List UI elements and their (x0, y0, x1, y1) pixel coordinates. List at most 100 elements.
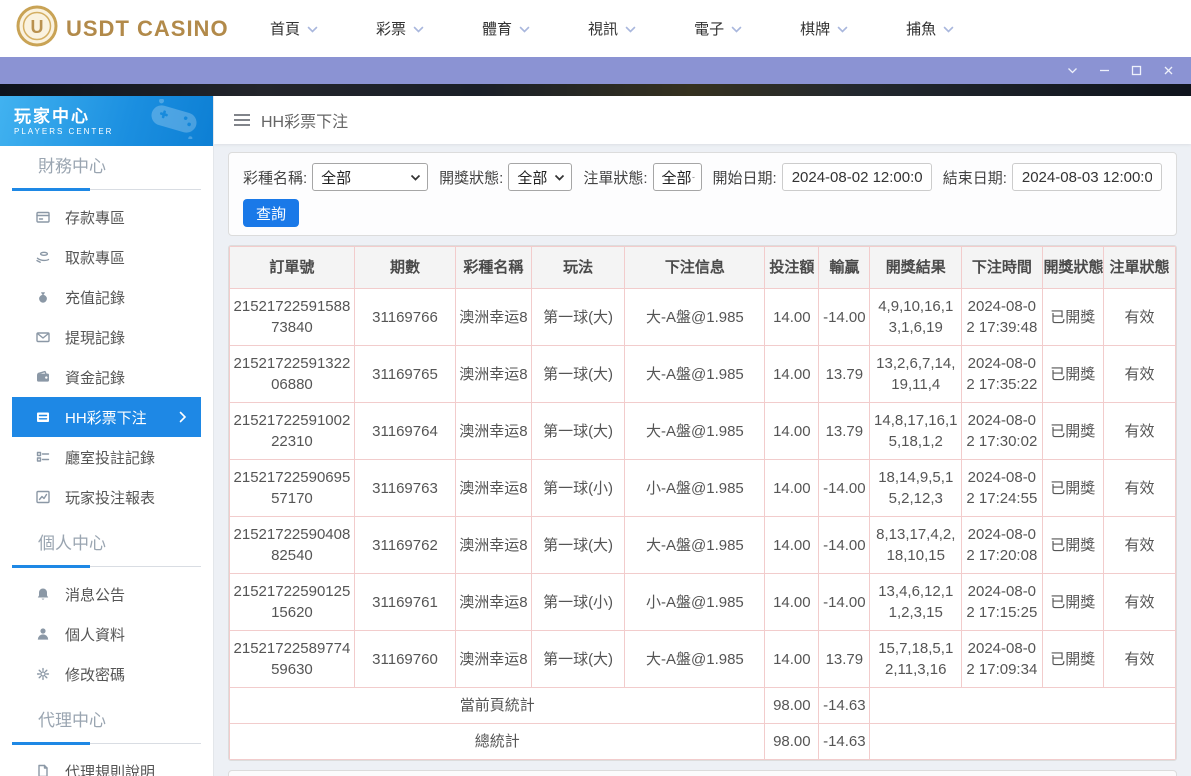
sidebar-title: 玩家中心 (14, 106, 90, 126)
summary-bet-total-cell: 98.00 (764, 723, 820, 760)
sidebar-item-label: 提現記錄 (65, 329, 126, 347)
draw-result-cell: 15,7,18,5,12,11,3,16 (869, 630, 963, 688)
hall-bet-record-icon (35, 449, 52, 465)
chevron-down-icon (413, 20, 424, 37)
lottery-name-cell: 澳洲幸运8 (455, 516, 532, 574)
nav-item[interactable]: 視訊 (588, 18, 636, 39)
nav-item[interactable]: 彩票 (376, 18, 424, 39)
nav-item-label: 體育 (482, 21, 513, 38)
order-status-select[interactable]: 全部 (652, 163, 702, 191)
sidebar-item-active[interactable]: HH彩票下注 (12, 397, 201, 437)
play-type-cell: 第一球(大) (530, 288, 626, 346)
play-type-cell: 第一球(大) (530, 516, 626, 574)
nav-item-label: 彩票 (376, 21, 407, 38)
lottery-name-value: 全部 (321, 169, 352, 187)
recharge-record-icon (35, 289, 52, 305)
nav-item[interactable]: 捕魚 (906, 18, 954, 39)
summary-label-cell: 總統計 (229, 723, 766, 760)
sidebar-section-label: 代理中心 (38, 711, 106, 730)
sidebar-header: 玩家中心 PLAYERS CENTER (0, 96, 213, 146)
bet-amount-cell: 14.00 (764, 630, 820, 688)
sidebar-item-label: 個人資料 (65, 626, 126, 644)
play-type-cell: 第一球(大) (530, 402, 626, 460)
start-date-label: 開始日期: (712, 169, 777, 187)
draw-status-label: 開獎狀態: (439, 169, 504, 187)
order-id-cell: 2152172259132206880 (229, 345, 355, 403)
draw-result-cell: 14,8,17,16,15,18,1,2 (869, 402, 963, 460)
sidebar-item[interactable]: 消息公告 (12, 574, 201, 614)
summary-row: 總統計 98.00 -14.63 (229, 723, 1176, 760)
bet-amount-cell: 14.00 (764, 345, 820, 403)
close-button[interactable] (1162, 64, 1175, 77)
bet-info-cell: 小-A盤@1.985 (624, 459, 766, 517)
sidebar-section: 代理中心代理規則說明 (0, 700, 213, 776)
draw-status-select[interactable]: 全部 (508, 163, 573, 191)
order-status-value: 全部 (661, 169, 692, 187)
lottery-name-select[interactable]: 全部 (312, 163, 429, 191)
bets-table: 訂單號 期數 彩種名稱 玩法 下注信息 投注額 輸贏 開獎結果 下注時間 開獎狀態 注單狀態 215… (229, 246, 1176, 760)
draw-status-cell: 已開獎 (1041, 402, 1105, 460)
sidebar-item-label: 取款專區 (65, 249, 126, 267)
draw-result-cell: 18,14,9,5,15,2,12,3 (869, 459, 963, 517)
sidebar-section: 個人中心消息公告個人資料修改密碼 (0, 523, 213, 700)
end-date-input[interactable] (1011, 163, 1162, 191)
top-header: U USDT CASINO 首頁 彩票 體育 視訊 電子 棋牌 捕魚 (0, 0, 1191, 57)
order-id-cell: 2152172259040882540 (229, 516, 355, 574)
gear-icon (35, 666, 52, 682)
chevron-down-icon (625, 20, 636, 37)
bet-info-cell: 小-A盤@1.985 (624, 573, 766, 631)
lottery-name-cell: 澳洲幸运8 (455, 288, 532, 346)
brand-logo[interactable]: U USDT CASINO (0, 5, 254, 52)
bet-time-cell: 2024-08-02 17:24:55 (961, 459, 1043, 517)
draw-result-cell: 13,2,6,7,14,19,11,4 (869, 345, 963, 403)
content-header: HH彩票下注 (214, 96, 1191, 144)
end-date-label: 結束日期: (942, 169, 1007, 187)
order-status-cell: 有效 (1103, 288, 1176, 346)
nav-item-label: 首頁 (270, 21, 301, 38)
table-row: 2152172259132206880 31169765 澳洲幸运8 第一球(大) 大-… (229, 345, 1176, 403)
window-dropdown-button[interactable] (1066, 64, 1079, 77)
win-loss-column-header: 輸贏 (818, 246, 871, 289)
sidebar-item[interactable]: 修改密碼 (12, 654, 201, 694)
order-id-cell: 2152172259100222310 (229, 402, 355, 460)
nav-item[interactable]: 電子 (694, 18, 742, 39)
sidebar-item[interactable]: 資金記錄 (12, 357, 201, 397)
chevron-down-icon (519, 20, 530, 37)
sidebar-item[interactable]: 廳室投註記錄 (12, 437, 201, 477)
bet-time-cell: 2024-08-02 17:20:08 (961, 516, 1043, 574)
bet-amount-cell: 14.00 (764, 573, 820, 631)
period-cell: 31169764 (353, 402, 457, 460)
minimize-button[interactable] (1098, 64, 1111, 77)
draw-status-column-header: 開獎狀態 (1041, 246, 1105, 289)
draw-result-column-header: 開獎結果 (869, 246, 963, 289)
sidebar-item[interactable]: 玩家投注報表 (12, 477, 201, 517)
sidebar-item[interactable]: 存款專區 (12, 197, 201, 237)
maximize-button[interactable] (1130, 64, 1143, 77)
lottery-bet-icon (35, 409, 52, 425)
bet-time-cell: 2024-08-02 17:30:02 (961, 402, 1043, 460)
nav-item[interactable]: 首頁 (270, 18, 318, 39)
menu-toggle-icon[interactable] (233, 113, 251, 127)
nav-item[interactable]: 棋牌 (800, 18, 848, 39)
bet-info-cell: 大-A盤@1.985 (624, 288, 766, 346)
window-titlebar (0, 57, 1191, 84)
withdrawal-record-icon (35, 329, 52, 345)
sidebar-item[interactable]: 代理規則說明 (12, 751, 201, 776)
table-row: 2152172259040882540 31169762 澳洲幸运8 第一球(大) 大-… (229, 516, 1176, 574)
bet-time-cell: 2024-08-02 17:39:48 (961, 288, 1043, 346)
draw-status-cell: 已開獎 (1041, 288, 1105, 346)
sidebar-item[interactable]: 個人資料 (12, 614, 201, 654)
sidebar-section-label: 個人中心 (38, 534, 106, 553)
start-date-input[interactable] (781, 163, 932, 191)
draw-status-value: 全部 (517, 169, 548, 187)
play-type-column-header: 玩法 (530, 246, 626, 289)
sidebar-item[interactable]: 提現記錄 (12, 317, 201, 357)
nav-item[interactable]: 體育 (482, 18, 530, 39)
search-button[interactable]: 查詢 (243, 199, 300, 227)
summary-win-total-cell: -14.63 (818, 687, 871, 724)
sidebar-item[interactable]: 取款專區 (12, 237, 201, 277)
sidebar-item[interactable]: 充值記錄 (12, 277, 201, 317)
table-row: 2152172259012515620 31169761 澳洲幸运8 第一球(小) 小-… (229, 573, 1176, 631)
bet-amount-cell: 14.00 (764, 516, 820, 574)
order-status-cell: 有效 (1103, 573, 1176, 631)
